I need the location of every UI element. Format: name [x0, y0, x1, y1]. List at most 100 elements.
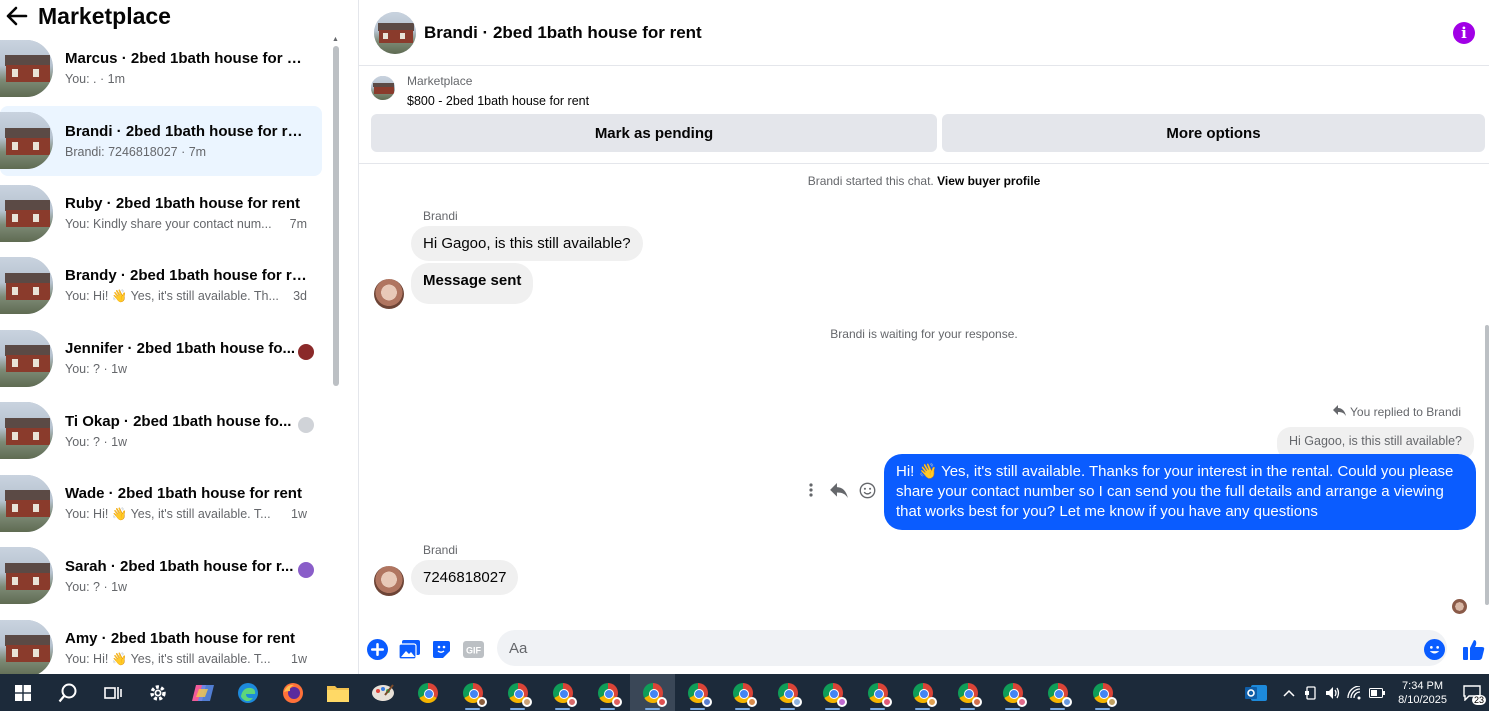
conversation-item[interactable]: Jennifer · 2bed 1bath house fo... You: ? …: [0, 323, 322, 393]
battery-icon[interactable]: [1366, 674, 1388, 711]
conversation-text: Ti Okap · 2bed 1bath house fo... You: ? ·…: [65, 413, 307, 449]
conversation-time: 3d: [293, 289, 307, 303]
conversation-thumbnail: [0, 257, 53, 314]
chat-scrollbar[interactable]: [1485, 325, 1489, 605]
chrome-profile-icon[interactable]: [855, 674, 900, 711]
incoming-message[interactable]: Message sent: [411, 263, 534, 304]
paint-icon[interactable]: [360, 674, 405, 711]
listing-price-title[interactable]: $800 - 2bed 1bath house for rent: [407, 94, 589, 108]
sidebar: Marketplace Marcus · 2bed 1bath house fo…: [0, 0, 343, 674]
running-indicator: [690, 708, 705, 710]
chrome-profile-icon[interactable]: [720, 674, 765, 711]
system-tray: 7:34 PM 8/10/2025 23: [1234, 674, 1489, 711]
more-options-button[interactable]: More options: [942, 114, 1485, 152]
outlook-icon[interactable]: [1234, 674, 1278, 711]
conversation-item[interactable]: Marcus · 2bed 1bath house for re... You: …: [0, 33, 322, 103]
listing-thumbnail[interactable]: [371, 76, 395, 100]
incoming-message[interactable]: Hi Gagoo, is this still available?: [411, 226, 643, 261]
running-indicator: [645, 708, 660, 710]
photo-icon[interactable]: [398, 638, 420, 660]
emoji-icon[interactable]: [1423, 638, 1445, 660]
chrome-profile-icon[interactable]: [585, 674, 630, 711]
back-arrow-icon[interactable]: [2, 4, 32, 28]
conversation-thumbnail: [0, 402, 53, 459]
scrollbar-thumb[interactable]: [333, 46, 339, 386]
conversation-preview-row: You: Hi! 👋 Yes, it's still available. T.…: [65, 652, 307, 667]
view-buyer-profile-link[interactable]: View buyer profile: [937, 174, 1040, 188]
chrome-profile-icon[interactable]: [540, 674, 585, 711]
reply-icon[interactable]: [830, 481, 848, 499]
avatar[interactable]: [374, 566, 404, 596]
message-actions: [802, 481, 876, 499]
scroll-up-icon[interactable]: ▲: [332, 36, 339, 43]
listing-avatar[interactable]: [374, 11, 416, 54]
chevron-up-icon[interactable]: [1278, 674, 1300, 711]
conversation-item[interactable]: Brandi · 2bed 1bath house for rent Brandi…: [0, 105, 322, 176]
conversation-text: Jennifer · 2bed 1bath house fo... You: ? …: [65, 340, 307, 376]
message-input-wrapper[interactable]: [497, 630, 1447, 666]
conversation-name: Wade · 2bed 1bath house for rent: [65, 484, 302, 502]
sidebar-scrollbar[interactable]: ▲: [331, 36, 341, 674]
listing-panel: Marketplace $800 - 2bed 1bath house for …: [359, 66, 1489, 164]
copilot-icon[interactable]: [180, 674, 225, 711]
conversation-text: Brandy · 2bed 1bath house for rent You: H…: [65, 267, 307, 304]
chat-title[interactable]: Brandi · 2bed 1bath house for rent: [424, 23, 702, 43]
volume-icon[interactable]: [1322, 674, 1344, 711]
chrome-profile-icon[interactable]: [810, 674, 855, 711]
conversation-name: Ti Okap · 2bed 1bath house fo...: [65, 412, 292, 430]
chrome-icon[interactable]: [405, 674, 450, 711]
chrome-profile-icon[interactable]: [630, 674, 675, 711]
running-indicator: [1005, 708, 1020, 710]
notification-button[interactable]: 23: [1455, 674, 1489, 711]
conversation-item[interactable]: Amy · 2bed 1bath house for rent You: Hi! …: [0, 613, 322, 674]
chrome-profile-icon[interactable]: [990, 674, 1035, 711]
react-emoji-icon[interactable]: [858, 481, 876, 499]
conversation-preview-row: Brandi: 7246818027 · 7m: [65, 145, 307, 159]
firefox-icon[interactable]: [270, 674, 315, 711]
task-view-icon[interactable]: [90, 674, 135, 711]
info-icon[interactable]: i: [1453, 22, 1475, 44]
mark-as-pending-button[interactable]: Mark as pending: [371, 114, 937, 152]
chrome-profile-icon[interactable]: [765, 674, 810, 711]
edge-icon[interactable]: [225, 674, 270, 711]
conversation-preview: Brandi: 7246818027 · 7m: [65, 144, 207, 159]
device-icon[interactable]: [1300, 674, 1322, 711]
avatar[interactable]: [374, 279, 404, 309]
conversation-time: 1w: [291, 506, 307, 521]
conversation-text: Brandi · 2bed 1bath house for rent Brandi…: [65, 123, 307, 159]
chrome-profile-icon[interactable]: [900, 674, 945, 711]
chrome-profile-icon[interactable]: [1080, 674, 1125, 711]
chrome-profile-icon[interactable]: [1035, 674, 1080, 711]
message-thread: Brandi started this chat. View buyer pro…: [359, 165, 1489, 620]
incoming-message[interactable]: 7246818027: [411, 560, 519, 595]
conversation-item[interactable]: Ruby · 2bed 1bath house for rent You: Kin…: [0, 178, 322, 248]
windows-icon: [14, 684, 31, 701]
sticker-icon[interactable]: [430, 638, 452, 660]
chrome-profile-icon[interactable]: [675, 674, 720, 711]
conversation-item[interactable]: Sarah · 2bed 1bath house for r... You: ? …: [0, 541, 322, 611]
wifi-icon[interactable]: [1344, 674, 1366, 711]
conversation-item[interactable]: Wade · 2bed 1bath house for rent You: Hi!…: [0, 468, 322, 538]
plus-circle-icon[interactable]: [366, 638, 388, 660]
search-icon[interactable]: [45, 674, 90, 711]
like-icon[interactable]: [1463, 638, 1485, 660]
start-button[interactable]: [0, 674, 45, 711]
conversation-thumbnail: [0, 184, 53, 242]
conversation-time: 7m: [289, 217, 307, 231]
file-explorer-icon[interactable]: [315, 674, 360, 711]
replied-indicator: You replied to Brandi: [1333, 405, 1461, 419]
conversation-preview-row: You: Hi! 👋 Yes, it's still available. T.…: [65, 507, 307, 522]
conversation-item[interactable]: Ti Okap · 2bed 1bath house fo... You: ? ·…: [0, 396, 322, 466]
running-indicator: [870, 708, 885, 710]
message-input[interactable]: [497, 630, 1447, 666]
settings-gear-icon[interactable]: [135, 674, 180, 711]
conversation-preview: You: Kindly share your contact num...: [65, 217, 272, 231]
conversation-item[interactable]: Brandy · 2bed 1bath house for rent You: H…: [0, 251, 322, 321]
chrome-profile-icon[interactable]: [945, 674, 990, 711]
gif-icon[interactable]: GIF: [462, 638, 484, 660]
more-vertical-icon[interactable]: [802, 481, 820, 499]
chrome-profile-icon[interactable]: [495, 674, 540, 711]
outgoing-message[interactable]: Hi! 👋 Yes, it's still available. Thanks …: [884, 454, 1476, 530]
chrome-profile-icon[interactable]: [450, 674, 495, 711]
clock[interactable]: 7:34 PM 8/10/2025: [1398, 679, 1447, 707]
